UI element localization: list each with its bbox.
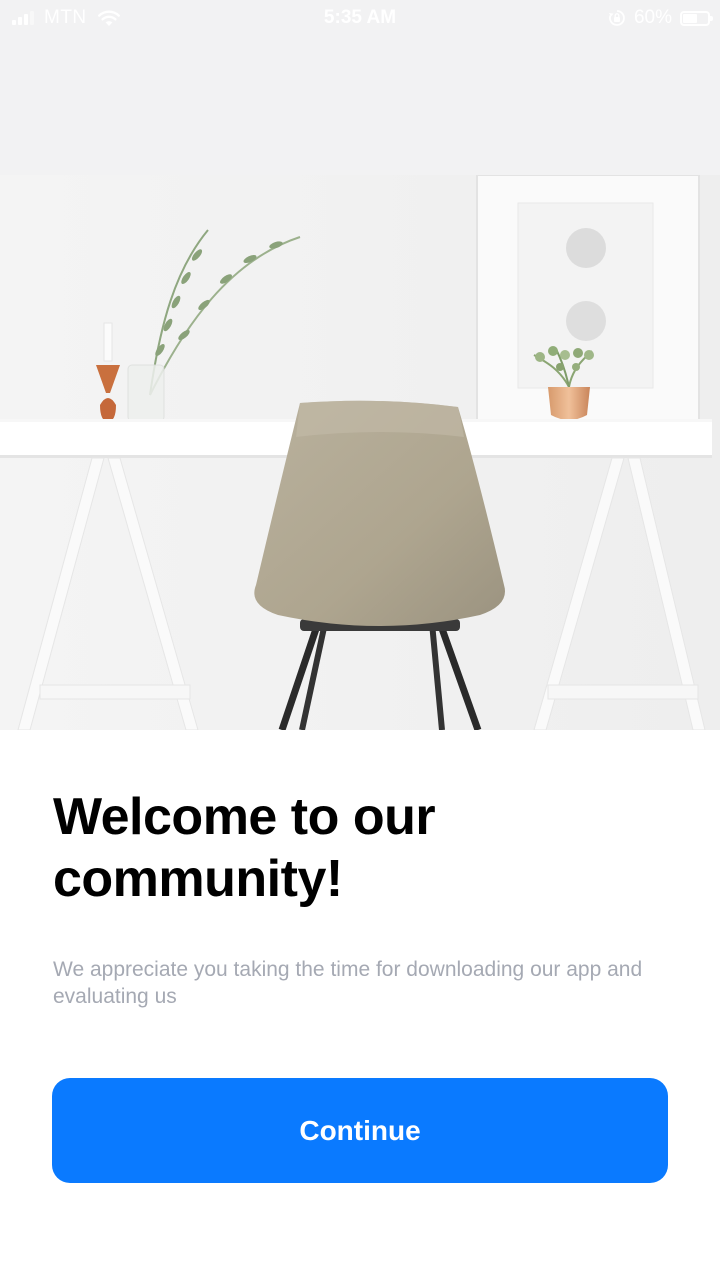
- orientation-lock-icon: [608, 10, 625, 26]
- picture-frame: [476, 175, 700, 421]
- continue-button[interactable]: Continue: [52, 1078, 668, 1183]
- battery-icon: [680, 10, 713, 26]
- desk-chair-photo: [0, 175, 720, 730]
- welcome-screen: MTN 5:35 AM 60% Welcome to our community…: [0, 0, 720, 1280]
- battery-fill: [683, 13, 697, 23]
- page-subtitle: We appreciate you taking the time for do…: [53, 958, 643, 1008]
- hero-image: [0, 175, 720, 730]
- battery-percent: 60%: [633, 7, 672, 28]
- page-title: Welcome to our community!: [53, 788, 436, 908]
- status-bar-right: 60%: [608, 7, 713, 29]
- status-bar: MTN 5:35 AM 60%: [0, 0, 720, 36]
